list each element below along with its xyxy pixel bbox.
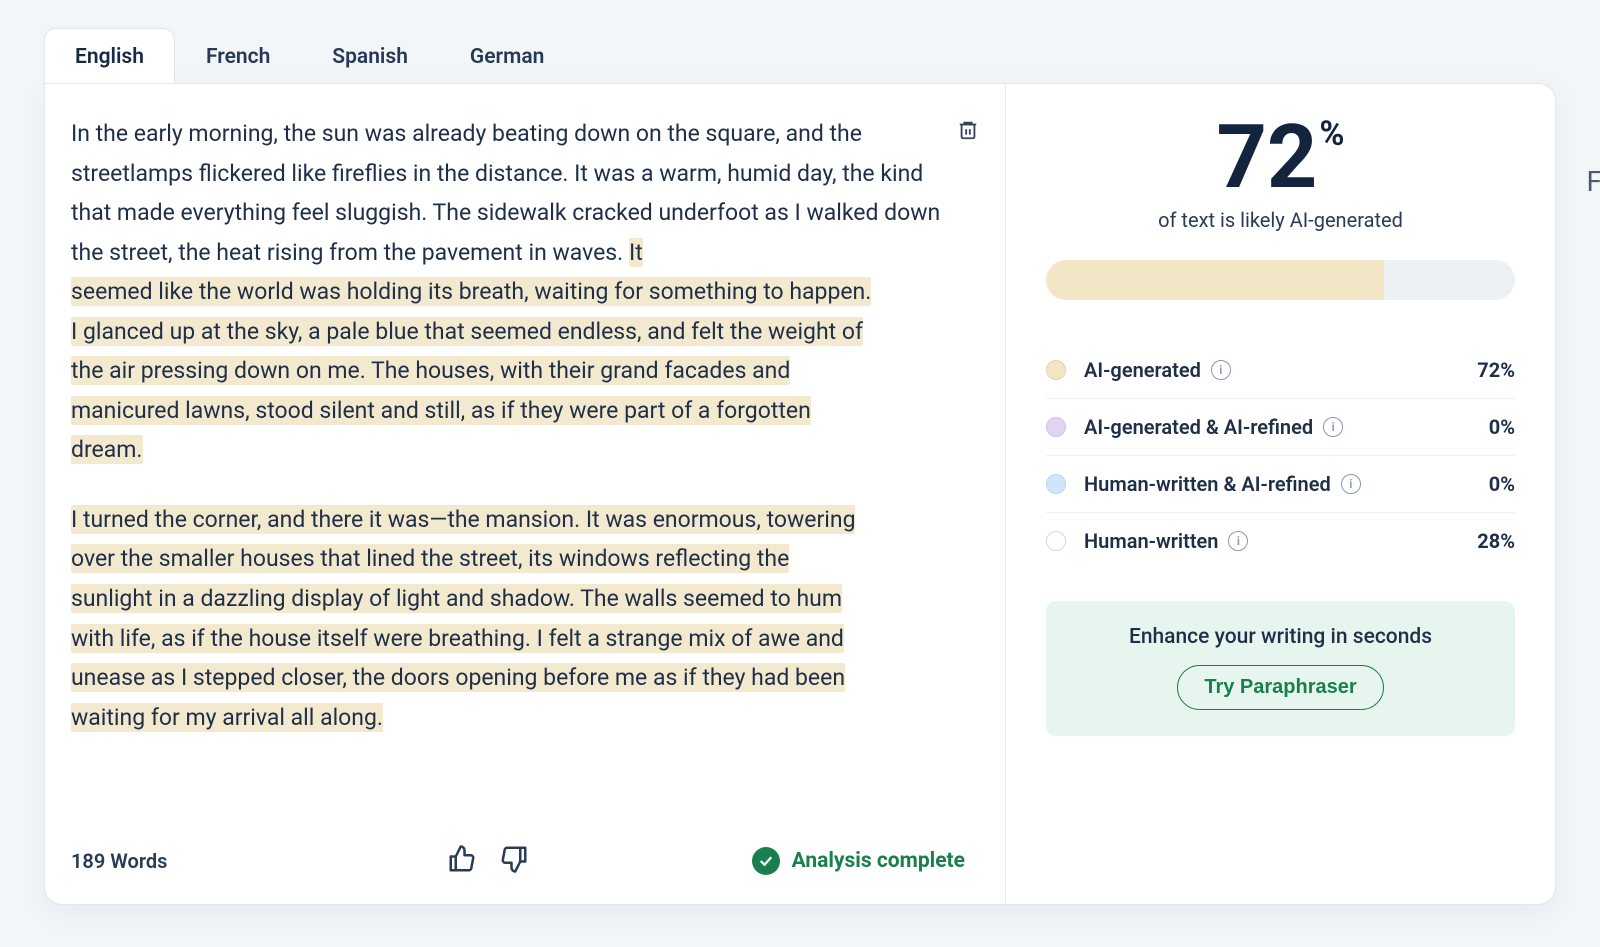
tab-german[interactable]: German	[439, 28, 575, 83]
info-icon[interactable]: i	[1323, 417, 1343, 437]
analysis-status: Analysis complete	[752, 847, 965, 875]
main-card: In the early morning, the sun was alread…	[44, 83, 1556, 905]
legend-row: AI-generated i 72%	[1046, 342, 1515, 399]
score-percent-sign: %	[1319, 114, 1344, 154]
text-hl: sunlight in a dazzling display of light …	[71, 584, 842, 613]
editor-footer: 189 Words Analysis complete	[71, 814, 965, 878]
legend-label: Human-written & AI-refined	[1084, 472, 1331, 496]
text-hl: unease as I stepped closer, the doors op…	[71, 663, 845, 692]
legend-dot	[1046, 474, 1066, 494]
legend-value: 28%	[1477, 529, 1515, 553]
legend-row: Human-written & AI-refined i 0%	[1046, 456, 1515, 513]
text-hl: waiting for my arrival all along.	[71, 703, 383, 732]
editor-pane: In the early morning, the sun was alread…	[45, 84, 1005, 904]
text-hl: I glanced up at the sky, a pale blue tha…	[71, 317, 863, 346]
legend-value: 0%	[1489, 415, 1515, 439]
legend-dot	[1046, 417, 1066, 437]
text-hl: seemed like the world was holding its br…	[71, 277, 871, 306]
language-tabs: English French Spanish German	[44, 28, 1556, 83]
score-block: 72% of text is likely AI-generated	[1046, 114, 1515, 232]
score-value: 72	[1216, 114, 1317, 202]
cta-text: Enhance your writing in seconds	[1066, 625, 1495, 649]
legend-label: AI-generated & AI-refined	[1084, 415, 1313, 439]
results-pane: 72% of text is likely AI-generated AI-ge…	[1006, 84, 1555, 904]
text-hl: over the smaller houses that lined the s…	[71, 544, 789, 573]
feedback-controls	[447, 844, 529, 878]
legend-row: AI-generated & AI-refined i 0%	[1046, 399, 1515, 456]
check-icon	[752, 847, 780, 875]
info-icon[interactable]: i	[1228, 531, 1248, 551]
paraphraser-cta: Enhance your writing in seconds Try Para…	[1046, 601, 1515, 736]
legend-row: Human-written i 28%	[1046, 513, 1515, 569]
thumbs-up-icon[interactable]	[447, 844, 477, 878]
text-hl: I turned the corner, and there it was—th…	[71, 505, 855, 534]
text-hl: manicured lawns, stood silent and still,…	[71, 396, 811, 425]
legend-label: Human-written	[1084, 529, 1218, 553]
legend-value: 72%	[1477, 358, 1515, 382]
tab-spanish[interactable]: Spanish	[301, 28, 439, 83]
try-paraphraser-button[interactable]: Try Paraphraser	[1177, 665, 1383, 710]
word-count: 189 Words	[71, 849, 167, 873]
text-hl: with life, as if the house itself were b…	[71, 624, 844, 653]
thumbs-down-icon[interactable]	[499, 844, 529, 878]
info-icon[interactable]: i	[1341, 474, 1361, 494]
trash-icon[interactable]	[957, 118, 979, 146]
tab-french[interactable]: French	[175, 28, 301, 83]
text-plain: In the early morning, the sun was alread…	[71, 120, 940, 266]
offscreen-letter: F	[1587, 165, 1600, 198]
analysis-text[interactable]: In the early morning, the sun was alread…	[71, 114, 941, 737]
text-hl: the air pressing down on me. The houses,…	[71, 356, 790, 385]
legend-label: AI-generated	[1084, 358, 1201, 382]
score-bar-fill	[1046, 260, 1384, 300]
tab-english[interactable]: English	[44, 28, 175, 83]
score-subtitle: of text is likely AI-generated	[1046, 208, 1515, 232]
text-hl: dream.	[71, 435, 143, 464]
score-legend: AI-generated i 72% AI-generated & AI-refine…	[1046, 342, 1515, 569]
info-icon[interactable]: i	[1211, 360, 1231, 380]
score-bar	[1046, 260, 1515, 300]
legend-dot	[1046, 360, 1066, 380]
text-hl: It	[629, 238, 643, 267]
status-text: Analysis complete	[792, 849, 965, 873]
legend-value: 0%	[1489, 472, 1515, 496]
legend-dot	[1046, 531, 1066, 551]
